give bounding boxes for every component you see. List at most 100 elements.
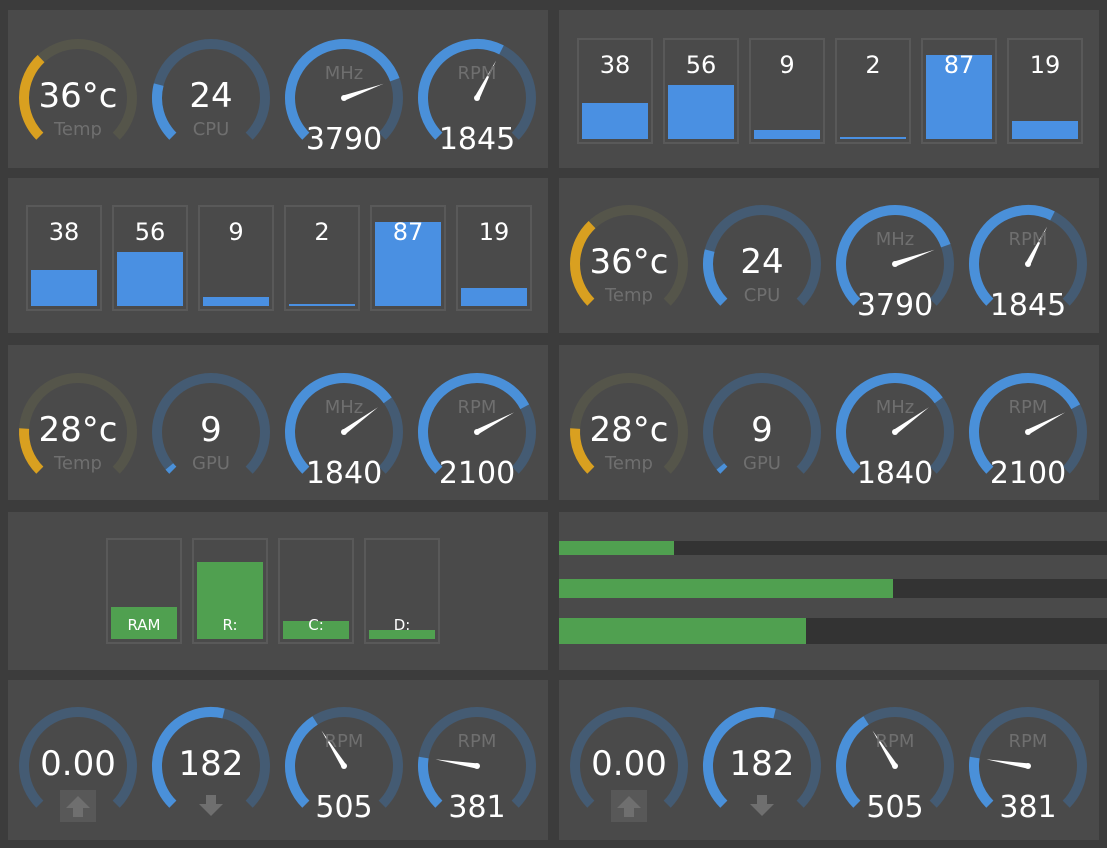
fan1-label: RPM — [875, 731, 915, 752]
gauge-hub — [892, 261, 898, 267]
cpu-fan-label: RPM — [457, 63, 497, 84]
core-bar-value: 87 — [943, 51, 975, 79]
gauge-hub — [341, 763, 347, 769]
gauge-hub — [1025, 429, 1031, 435]
core-bar: 19 — [1007, 38, 1083, 144]
core-bar-value: 2 — [865, 51, 881, 79]
gpu-temp-value: 28°c — [38, 410, 118, 450]
gpu-fan-label: RPM — [1008, 397, 1048, 418]
fan1-gauge: RPM 505 — [282, 704, 406, 828]
download-value: 182 — [178, 744, 244, 784]
core-bar-fill — [754, 130, 820, 139]
fan2-value: 381 — [999, 790, 1057, 825]
memory-bar-label: D: — [393, 616, 411, 634]
core-bar-fill — [289, 304, 355, 306]
gpu-clock-value: 1840 — [305, 456, 383, 491]
gpu-load-value: 9 — [200, 410, 222, 450]
cpu-fan-gauge: RPM 1845 — [415, 36, 539, 160]
core-bar-fill — [1012, 120, 1078, 139]
disk-bar-fill — [559, 618, 806, 644]
cpu-temp-gauge: 36°c Temp — [16, 36, 140, 160]
gpu-load-value: 9 — [751, 410, 773, 450]
cpu-clock-gauge: MHz 3790 — [833, 202, 957, 326]
gpu-load-label: GPU — [192, 453, 230, 474]
memory-bar-label: RAM — [127, 616, 161, 634]
cpu-temp-gauge: 36°c Temp — [567, 202, 691, 326]
fan2-gauge: RPM 381 — [415, 704, 539, 828]
gauge-needle — [435, 759, 478, 769]
gpu-clock-value: 1840 — [856, 456, 934, 491]
download-value: 182 — [729, 744, 795, 784]
cpu-load-gauge: 24 CPU — [700, 202, 824, 326]
cpu-clock-value: 3790 — [305, 122, 383, 157]
gpu-clock-gauge: MHz 1840 — [282, 370, 406, 494]
upload-value: 0.00 — [591, 744, 667, 784]
fan2-value: 381 — [448, 790, 506, 825]
cpu-fan-value: 1845 — [989, 288, 1067, 323]
upload-arrow-icon — [60, 790, 96, 822]
cpu-load-value: 24 — [189, 76, 233, 116]
memory-bar-r: R: — [192, 538, 268, 644]
gauge-hub — [474, 429, 480, 435]
core-bar: 38 — [26, 205, 102, 311]
gauge-hub — [892, 429, 898, 435]
gpu-temp-label: Temp — [605, 453, 653, 474]
core-bar-value: 56 — [134, 218, 166, 246]
core-bar: 56 — [112, 205, 188, 311]
gauge-hub — [474, 763, 480, 769]
core-bar: 2 — [284, 205, 360, 311]
core-bar-value: 38 — [48, 218, 80, 246]
fan2-label: RPM — [457, 731, 497, 752]
cpu-clock-label: MHz — [324, 63, 364, 84]
fan1-label: RPM — [324, 731, 364, 752]
gauge-hub — [892, 763, 898, 769]
download-arrow-icon — [193, 790, 229, 822]
core-bar-value: 87 — [392, 218, 424, 246]
core-bar: 2 — [835, 38, 911, 144]
fan1-value: 505 — [315, 790, 373, 825]
disk-bar-track — [559, 541, 1107, 555]
core-bar-fill — [668, 85, 734, 139]
gpu-temp-value: 28°c — [589, 410, 669, 450]
cpu-fan-gauge: RPM 1845 — [966, 202, 1090, 326]
download-gauge: 182 — [149, 704, 273, 828]
gauge-hub — [341, 95, 347, 101]
core-bar-fill — [840, 137, 906, 139]
download-arrow-shape — [750, 795, 774, 816]
gpu-fan-value: 2100 — [989, 456, 1067, 491]
gauge-hub — [1025, 261, 1031, 267]
core-bar-value: 9 — [779, 51, 795, 79]
cpu-temp-value: 36°c — [589, 242, 669, 282]
fan2-gauge: RPM 381 — [966, 704, 1090, 828]
core-bar-value: 2 — [314, 218, 330, 246]
core-bar: 9 — [749, 38, 825, 144]
cpu-load-gauge: 24 CPU — [149, 36, 273, 160]
fan1-value: 505 — [866, 790, 924, 825]
disk-bar-fill — [559, 579, 894, 598]
gpu-clock-label: MHz — [875, 397, 915, 418]
cpu-load-label: CPU — [743, 285, 781, 306]
memory-bar-label: C: — [308, 616, 324, 634]
core-bar: 87 — [370, 205, 446, 311]
cpu-clock-value: 3790 — [856, 288, 934, 323]
core-bar-value: 56 — [685, 51, 717, 79]
core-bar-value: 38 — [599, 51, 631, 79]
memory-bar-ram: RAM — [106, 538, 182, 644]
core-bar: 9 — [198, 205, 274, 311]
core-bar-value: 9 — [228, 218, 244, 246]
cpu-clock-gauge: MHz 3790 — [282, 36, 406, 160]
upload-arrow-icon — [611, 790, 647, 822]
cpu-fan-label: RPM — [1008, 229, 1048, 250]
gpu-clock-gauge: MHz 1840 — [833, 370, 957, 494]
gauge-needle — [894, 249, 935, 267]
download-arrow-shape — [199, 795, 223, 816]
cpu-clock-label: MHz — [875, 229, 915, 250]
gpu-fan-gauge: RPM 2100 — [415, 370, 539, 494]
core-bar-fill — [117, 252, 183, 306]
gpu-fan-gauge: RPM 2100 — [966, 370, 1090, 494]
cpu-temp-value: 36°c — [38, 76, 118, 116]
upload-arrow-shape — [66, 796, 90, 817]
gauge-hub — [474, 95, 480, 101]
gpu-load-label: GPU — [743, 453, 781, 474]
gauge-hub — [341, 429, 347, 435]
